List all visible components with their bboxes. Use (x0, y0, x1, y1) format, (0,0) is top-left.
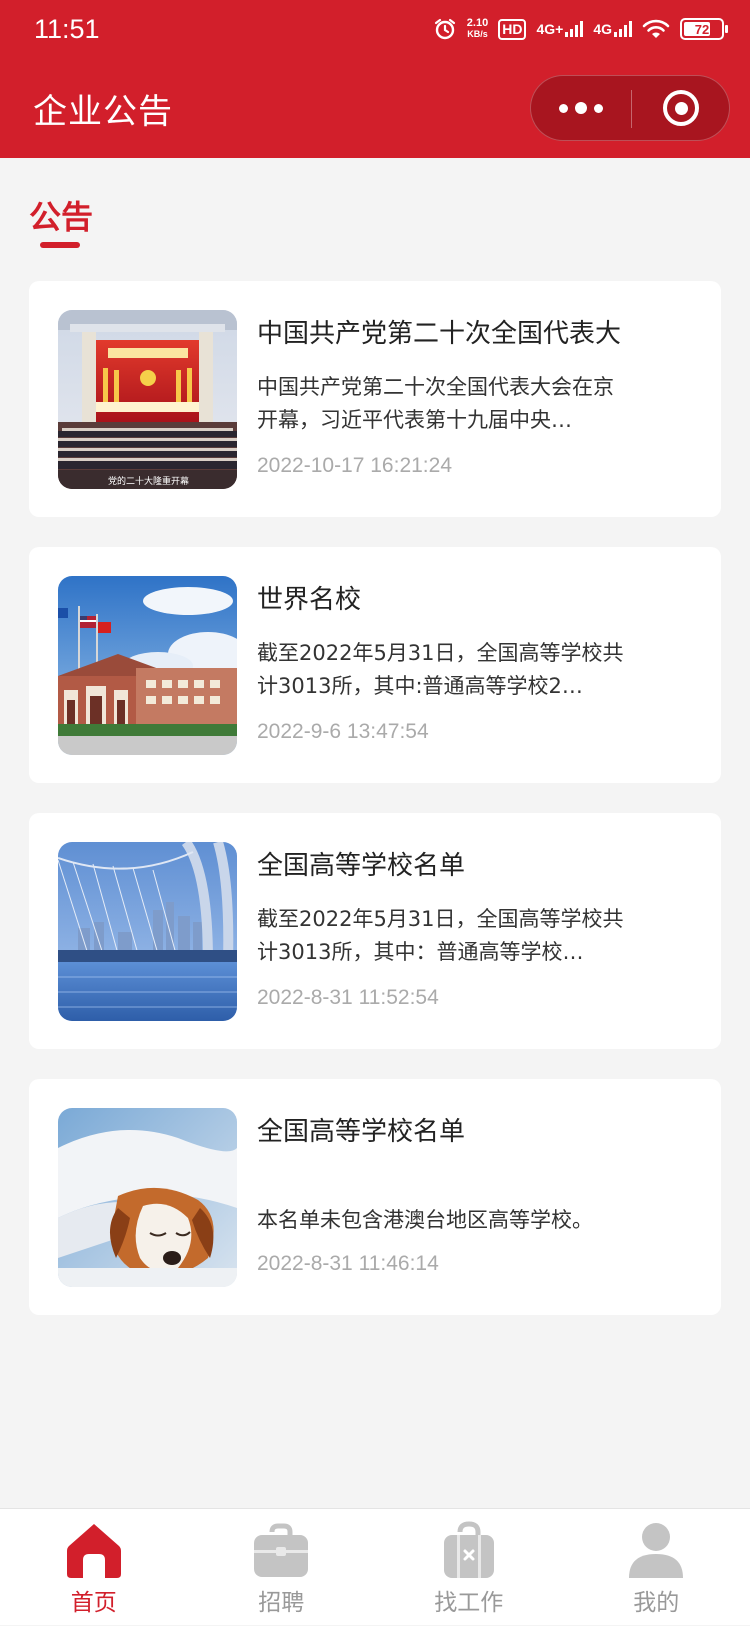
bottom-tab-bar: 首页 招聘 找工作 (0, 1508, 750, 1625)
battery-level: 72 (695, 22, 709, 37)
tab-label: 我的 (633, 1583, 679, 1617)
congress-hall-image: 党的二十大隆重开幕 (58, 310, 237, 489)
announcement-time: 2022-9-6 13:47:54 (257, 720, 429, 744)
announcement-title: 全国高等学校名单 (257, 1111, 697, 1148)
city-bridge-image (58, 842, 237, 1021)
signal-4g-icon: 4G (593, 21, 632, 37)
tab-label: 首页 (71, 1583, 117, 1617)
user-icon (625, 1520, 687, 1580)
announcement-title: 中国共产党第二十次全国代表大 (257, 313, 697, 350)
announcement-summary: 截至2022年5月31日，全国高等学校共计3013所，其中:普通高等学校2… (257, 637, 629, 703)
announcement-title: 世界名校 (257, 579, 697, 616)
close-miniprogram-icon (663, 90, 699, 126)
tab-label: 招聘 (258, 1583, 304, 1617)
status-icons: 2.10 KB/s HD 4G+ 4G 72 (433, 14, 724, 44)
announcement-list: 党的二十大隆重开幕 中国共产党第二十次全国代表大 中国共产党第二十次全国代表大会… (29, 281, 721, 1345)
tab-find-job[interactable]: 找工作 (375, 1509, 563, 1626)
tab-mine[interactable]: 我的 (563, 1509, 750, 1626)
announcement-card[interactable]: 全国高等学校名单 本名单未包含港澳台地区高等学校。 2022-8-31 11:4… (29, 1079, 721, 1315)
section-title[interactable]: 公告 (29, 192, 93, 238)
network-speed: 2.10 KB/s (467, 18, 488, 40)
announcement-card[interactable]: 党的二十大隆重开幕 中国共产党第二十次全国代表大 中国共产党第二十次全国代表大会… (29, 281, 721, 517)
miniprogram-capsule (530, 75, 730, 141)
announcement-card[interactable]: 全国高等学校名单 截至2022年5月31日，全国高等学校共计3013所，其中：普… (29, 813, 721, 1049)
net2-label: 4G (593, 21, 612, 37)
alarm-icon (433, 17, 457, 41)
announcement-title: 全国高等学校名单 (257, 845, 697, 882)
announcement-time: 2022-10-17 16:21:24 (257, 454, 452, 478)
announcement-summary: 本名单未包含港澳台地区高等学校。 (257, 1204, 629, 1237)
more-icon (559, 102, 603, 114)
signal-4g-plus-icon: 4G+ (536, 21, 583, 37)
page-title: 企业公告 (33, 84, 173, 133)
campus-building-flags-image (58, 576, 237, 755)
image-caption: 党的二十大隆重开幕 (108, 475, 189, 487)
wifi-icon (642, 18, 670, 40)
battery-icon: 72 (680, 18, 724, 40)
speed-unit: KB/s (467, 29, 488, 40)
briefcase-icon (250, 1520, 312, 1580)
announcement-time: 2022-8-31 11:46:14 (257, 1252, 439, 1276)
sleeping-puppy-image (58, 1108, 237, 1287)
job-bag-icon (438, 1520, 500, 1580)
section-underline (40, 242, 80, 248)
tab-label: 找工作 (434, 1583, 503, 1617)
tab-home[interactable]: 首页 (0, 1509, 188, 1626)
net1-label: 4G+ (536, 21, 563, 37)
announcement-time: 2022-8-31 11:52:54 (257, 986, 439, 1010)
speed-value: 2.10 (467, 18, 488, 29)
announcement-summary: 中国共产党第二十次全国代表大会在京开幕，习近平代表第十九届中央… (257, 371, 629, 437)
status-time: 11:51 (34, 14, 100, 45)
close-miniprogram-button[interactable] (632, 76, 730, 140)
announcement-card[interactable]: 世界名校 截至2022年5月31日，全国高等学校共计3013所，其中:普通高等学… (29, 547, 721, 783)
app-header: 11:51 2.10 KB/s HD 4G+ 4G (0, 0, 750, 158)
more-button[interactable] (531, 76, 631, 140)
status-bar: 11:51 2.10 KB/s HD 4G+ 4G (0, 0, 750, 58)
announcement-summary: 截至2022年5月31日，全国高等学校共计3013所，其中：普通高等学校… (257, 903, 629, 969)
tab-recruit[interactable]: 招聘 (188, 1509, 376, 1626)
hd-icon: HD (498, 19, 526, 40)
home-icon (63, 1520, 125, 1580)
